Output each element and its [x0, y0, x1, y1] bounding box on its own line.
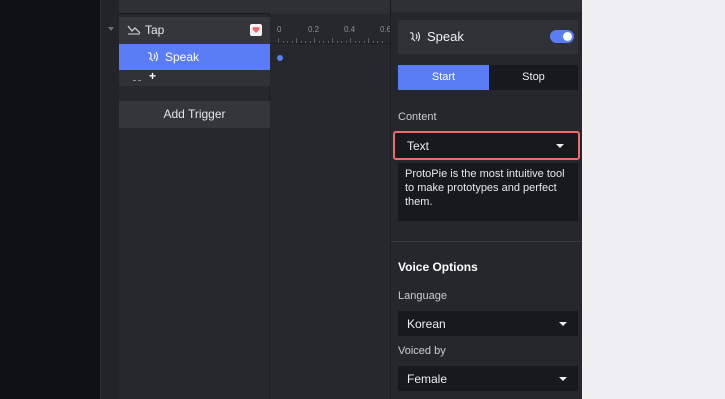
language-dropdown[interactable]: Korean [398, 311, 578, 336]
content-type-dropdown[interactable]: Text [393, 131, 580, 160]
start-segment-button[interactable]: Start [398, 65, 489, 90]
keyframe-dot[interactable] [277, 55, 283, 61]
ruler-tick [359, 41, 360, 43]
ruler-tick [332, 38, 333, 43]
ruler-tick [282, 41, 284, 43]
ruler-tick [341, 41, 342, 43]
props-top-bar [391, 0, 583, 12]
language-label: Language [398, 290, 447, 302]
ruler-tick [327, 41, 329, 43]
voiced-by-dropdown[interactable]: Female [398, 366, 578, 391]
voice-options-heading: Voice Options [398, 260, 478, 274]
voiced-by-value: Female [407, 372, 448, 386]
caret-down-icon [556, 144, 564, 148]
ruler-tick [318, 41, 320, 43]
speak-text-field[interactable]: ProtoPie is the most intuitive tool to m… [398, 163, 578, 221]
toggle-knob [563, 32, 572, 41]
response-title: Speak [427, 29, 464, 44]
interaction-tree-panel: Tap Speak + Add Trigger [119, 0, 270, 399]
stop-segment-button[interactable]: Stop [489, 65, 578, 90]
collapse-arrow-icon[interactable] [108, 27, 114, 31]
caret-down-icon [559, 322, 567, 326]
properties-panel: Speak Start Stop Content Text ProtoPie i… [390, 0, 583, 399]
layer-gutter [100, 0, 119, 399]
tick-label: 0 [277, 25, 282, 34]
add-trigger-button[interactable]: Add Trigger [119, 101, 270, 128]
timeline-top-bar [270, 0, 390, 14]
speak-icon [146, 50, 160, 66]
section-divider [391, 241, 583, 242]
trigger-tap-row[interactable]: Tap [119, 17, 270, 44]
ruler-tick [314, 38, 315, 43]
content-label: Content [398, 111, 437, 123]
start-stop-segmented-control: Start Stop [398, 65, 578, 90]
trigger-label: Tap [145, 23, 165, 37]
speak-icon [408, 30, 422, 46]
timeline-ruler[interactable]: 0 0.2 0.4 0.6 [270, 17, 391, 44]
timeline-panel: 0 0.2 0.4 0.6 [270, 0, 391, 399]
ruler-tick [305, 41, 306, 43]
ruler-tick [296, 38, 297, 43]
caret-down-icon [559, 377, 567, 381]
response-label: Speak [165, 50, 200, 64]
ruler-tick [363, 41, 365, 43]
response-enable-toggle[interactable] [550, 30, 574, 43]
ruler-tick [381, 41, 383, 43]
add-response-button[interactable]: + [149, 69, 156, 83]
language-value: Korean [407, 317, 446, 331]
response-speak-row[interactable]: Speak [119, 44, 270, 70]
ruler-tick [377, 41, 378, 43]
ruler-tick [336, 41, 338, 43]
ruler-tick [345, 41, 347, 43]
favorite-heart-icon[interactable] [250, 24, 262, 36]
ruler-tick [309, 41, 311, 43]
tick-label: 0.4 [344, 25, 356, 34]
ruler-tick [291, 41, 293, 43]
ruler-tick [368, 38, 369, 43]
ruler-tick [278, 38, 279, 43]
ruler-tick [354, 41, 356, 43]
ruler-tick [372, 41, 374, 43]
tick-label: 0.2 [308, 25, 320, 34]
response-header: Speak [398, 20, 578, 54]
ruler-tick [300, 41, 302, 43]
ruler-tick [350, 38, 351, 43]
ruler-tick [287, 41, 288, 43]
tap-trigger-icon [127, 23, 141, 35]
tree-top-bar [119, 0, 270, 14]
content-type-value: Text [407, 139, 430, 153]
tree-connector-branch-add [133, 80, 141, 81]
blank-area [582, 0, 725, 399]
ruler-tick [323, 41, 324, 43]
add-response-row[interactable]: + [119, 69, 270, 86]
canvas-area [0, 0, 100, 399]
voiced-by-label: Voiced by [398, 345, 446, 357]
